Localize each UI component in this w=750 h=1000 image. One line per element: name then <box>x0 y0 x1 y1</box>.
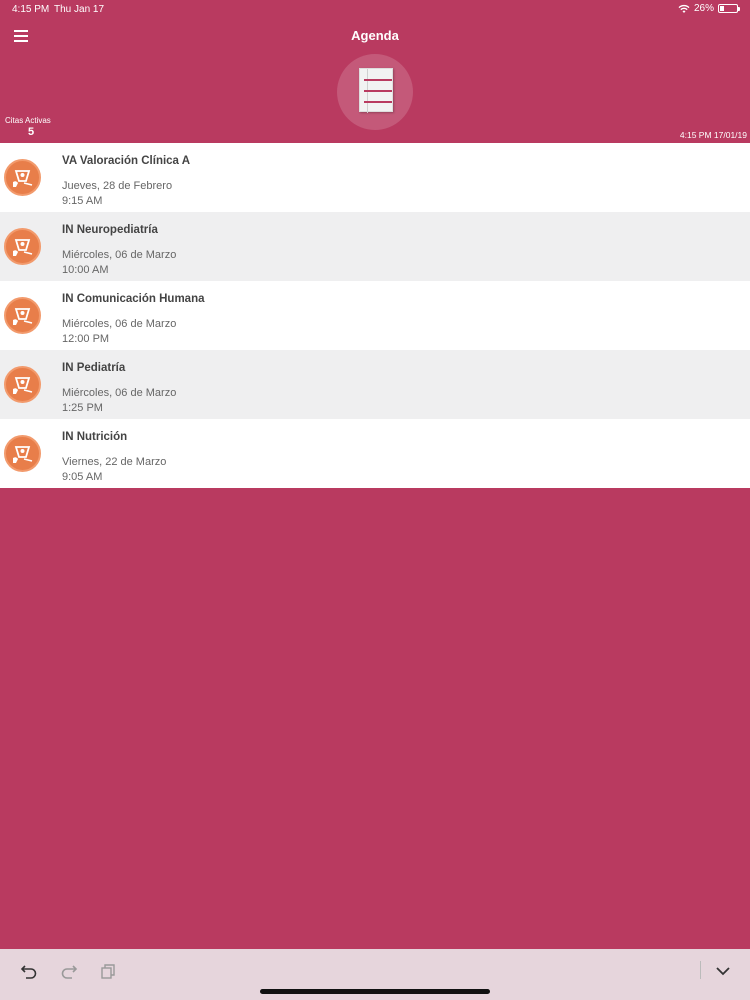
page-title: Agenda <box>0 28 750 43</box>
appointment-row[interactable]: IN Neuropediatría Miércoles, 06 de Marzo… <box>0 212 750 281</box>
active-appointments-label: Citas Activas <box>5 116 51 125</box>
appointment-title: IN Comunicación Humana <box>62 293 205 305</box>
appointment-title: IN Nutrición <box>62 431 127 443</box>
appointment-time: 12:00 PM <box>62 333 109 345</box>
therapy-icon <box>4 366 41 403</box>
therapy-icon <box>4 297 41 334</box>
appointment-date: Miércoles, 06 de Marzo <box>62 318 176 330</box>
appointment-time: 10:00 AM <box>62 264 108 276</box>
appointment-time: 9:05 AM <box>62 471 102 483</box>
appointment-list: VA Valoración Clínica A Jueves, 28 de Fe… <box>0 143 750 488</box>
redo-icon[interactable] <box>59 961 79 981</box>
chevron-down-icon[interactable] <box>713 961 733 981</box>
status-time: 4:15 PM <box>12 4 49 15</box>
appointment-date: Viernes, 22 de Marzo <box>62 456 166 468</box>
appointment-time: 9:15 AM <box>62 195 102 207</box>
appointment-row[interactable]: IN Nutrición Viernes, 22 de Marzo 9:05 A… <box>0 419 750 488</box>
therapy-icon <box>4 159 41 196</box>
home-indicator <box>260 989 490 994</box>
undo-icon[interactable] <box>19 961 39 981</box>
battery-icon <box>718 4 738 13</box>
therapy-icon <box>4 435 41 472</box>
header-datetime: 4:15 PM 17/01/19 <box>680 130 747 140</box>
status-date: Thu Jan 17 <box>54 4 104 15</box>
appointment-title: IN Neuropediatría <box>62 224 158 236</box>
toolbar-divider <box>700 961 701 979</box>
wifi-icon <box>678 4 690 14</box>
status-bar: 4:15 PM Thu Jan 17 26% <box>0 0 750 18</box>
appointment-title: VA Valoración Clínica A <box>62 155 190 167</box>
document-badge <box>337 54 413 130</box>
appointment-row[interactable]: IN Pediatría Miércoles, 06 de Marzo 1:25… <box>0 350 750 419</box>
appointment-date: Miércoles, 06 de Marzo <box>62 249 176 261</box>
appointment-date: Miércoles, 06 de Marzo <box>62 387 176 399</box>
therapy-icon <box>4 228 41 265</box>
status-indicators: 26% <box>678 3 738 14</box>
appointment-time: 1:25 PM <box>62 402 103 414</box>
battery-level <box>720 6 724 11</box>
copy-icon[interactable] <box>98 961 118 981</box>
appointment-title: IN Pediatría <box>62 362 125 374</box>
document-icon <box>359 68 393 112</box>
appointment-date: Jueves, 28 de Febrero <box>62 180 172 192</box>
battery-percent: 26% <box>694 3 714 14</box>
appointment-row[interactable]: VA Valoración Clínica A Jueves, 28 de Fe… <box>0 143 750 212</box>
active-appointments-count: 5 <box>28 126 34 138</box>
appointment-row[interactable]: IN Comunicación Humana Miércoles, 06 de … <box>0 281 750 350</box>
